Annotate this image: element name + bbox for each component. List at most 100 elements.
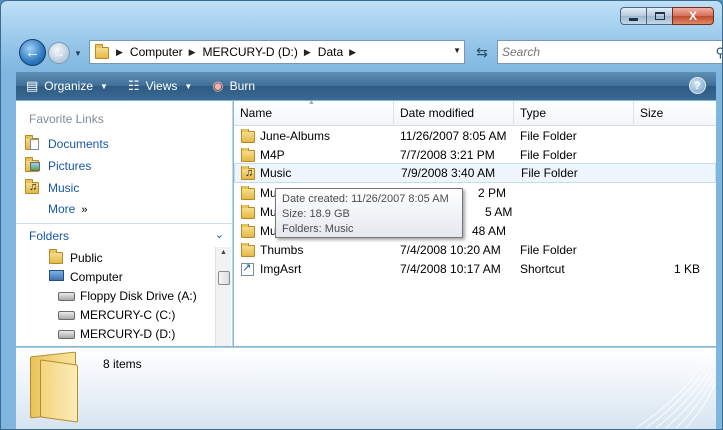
caption-buttons: X (620, 7, 714, 25)
table-row[interactable]: Thumbs 7/4/2008 10:20 AM File Folder (234, 240, 716, 259)
recent-pages-dropdown[interactable]: ▼ (71, 46, 85, 60)
burn-button[interactable]: ◉ Burn (212, 78, 255, 94)
scrollbar-thumb[interactable] (218, 271, 230, 285)
scroll-up-icon[interactable]: ▲ (220, 249, 227, 256)
computer-icon (48, 269, 66, 285)
help-button[interactable]: ? (689, 77, 706, 94)
navigation-row: ← → ▼ ▶ Computer ▶ MERCURY-D (D:) ▶ Data… (19, 38, 722, 66)
file-type: File Folder (520, 242, 577, 257)
burn-icon: ◉ (212, 78, 224, 93)
chevron-down-icon: ⌄ (214, 229, 224, 241)
folder-icon (240, 204, 256, 219)
file-date: 7/9/2008 3:40 AM (401, 166, 496, 180)
tree-item-computer[interactable]: Computer (48, 269, 123, 285)
breadcrumb-data[interactable]: Data (318, 45, 343, 59)
chevron-down-icon: ▼ (74, 48, 82, 58)
breadcrumb-separator-icon[interactable]: ▶ (116, 47, 123, 58)
column-size[interactable]: Size (634, 101, 716, 126)
column-type[interactable]: Type (514, 101, 634, 126)
folder-info-tooltip: Date created: 11/26/2007 8:05 AM Size: 1… (275, 188, 463, 238)
tooltip-size: Size: 18.9 GB (282, 208, 350, 220)
decorative-swoosh-icon (635, 361, 716, 429)
back-arrow-icon: ← (25, 44, 40, 61)
views-label: Views (145, 79, 178, 93)
search-input[interactable] (502, 45, 702, 59)
minimize-icon (629, 17, 638, 21)
large-folder-icon (26, 351, 80, 423)
table-row[interactable]: ImgAsrt 7/4/2008 10:17 AM Shortcut 1 KB (234, 259, 716, 278)
views-button[interactable]: ☷ Views ▼ (128, 78, 192, 94)
file-name: Thumbs (260, 242, 304, 257)
column-name[interactable]: ▲ Name (234, 99, 394, 126)
refresh-button[interactable]: ⇆ (472, 42, 492, 62)
favorite-pictures[interactable]: Pictures (24, 157, 92, 174)
tree-item-label: Public (70, 251, 103, 265)
favorite-label: Pictures (48, 159, 92, 173)
floppy-drive-icon (58, 288, 76, 304)
file-date: 11/26/2007 8:05 AM (400, 128, 507, 143)
details-pane: 8 items (16, 347, 716, 429)
maximize-button[interactable] (646, 7, 672, 25)
column-header-row: ▲ Name Date modified Type Size (234, 99, 716, 126)
breadcrumb-separator-icon[interactable]: ▶ (349, 47, 356, 58)
tooltip-date-created: Date created: 11/26/2007 8:05 AM (282, 193, 449, 205)
file-date: 7/4/2008 10:17 AM (400, 261, 501, 276)
tree-item-mercury-d[interactable]: MERCURY-D (D:) (58, 326, 175, 342)
folder-icon (240, 128, 256, 143)
address-folder-icon (94, 44, 110, 59)
organize-icon: ▤ (26, 78, 39, 93)
breadcrumb-computer[interactable]: Computer (130, 45, 183, 59)
explorer-window: X ← → ▼ ▶ Computer ▶ MERCURY-D (D:) ▶ Da… (0, 0, 723, 430)
file-type: File Folder (520, 147, 577, 162)
breadcrumb-drive[interactable]: MERCURY-D (D:) (203, 45, 298, 59)
address-bar[interactable]: ▶ Computer ▶ MERCURY-D (D:) ▶ Data ▶ ▼ (89, 40, 465, 64)
search-box[interactable]: ⚲ (497, 40, 722, 64)
address-dropdown-icon[interactable]: ▼ (453, 46, 461, 55)
file-name: June-Albums (260, 128, 331, 143)
organize-button[interactable]: ▤ Organize ▼ (26, 78, 108, 94)
favorite-documents[interactable]: Documents (24, 135, 109, 152)
hard-drive-icon (58, 307, 76, 323)
table-row[interactable]: June-Albums 11/26/2007 8:05 AM File Fold… (234, 126, 716, 145)
more-links[interactable]: More » (48, 202, 87, 216)
tree-item-mercury-c[interactable]: MERCURY-C (C:) (58, 307, 175, 323)
table-row[interactable]: M4P 7/7/2008 3:21 PM File Folder (234, 145, 716, 164)
back-button[interactable]: ← (19, 39, 46, 66)
column-label: Type (520, 106, 547, 120)
item-count: 8 items (103, 357, 142, 371)
table-row[interactable]: ♫ Music 7/9/2008 3:40 AM File Folder (234, 163, 716, 183)
folders-label: Folders (29, 228, 70, 243)
maximize-icon (654, 12, 665, 20)
search-icon[interactable]: ⚲ (715, 45, 722, 61)
file-date: 7/7/2008 3:21 PM (400, 147, 495, 162)
music-icon: ♫ (24, 179, 42, 196)
file-name: M4P (260, 147, 285, 162)
folders-scrollbar[interactable]: ▲ (215, 247, 231, 346)
sort-ascending-icon: ▲ (308, 99, 315, 106)
tree-item-label: Floppy Disk Drive (A:) (80, 289, 197, 303)
tree-item-label: Computer (70, 270, 123, 284)
file-name: Music (260, 166, 292, 180)
favorite-label: Music (48, 181, 80, 195)
breadcrumb-separator-icon[interactable]: ▶ (304, 47, 311, 58)
burn-label: Burn (229, 79, 255, 93)
forward-button[interactable]: → (48, 42, 70, 64)
music-folder-icon: ♫ (240, 166, 256, 180)
tree-item-floppy[interactable]: Floppy Disk Drive (A:) (58, 288, 197, 304)
double-chevron-right-icon: » (81, 204, 88, 216)
close-button[interactable]: X (672, 7, 714, 25)
folders-header[interactable]: Folders ⌄ (16, 223, 232, 247)
minimize-button[interactable] (620, 7, 646, 25)
shortcut-icon (240, 262, 256, 276)
favorite-links-title: Favorite Links (29, 112, 104, 126)
breadcrumb-separator-icon[interactable]: ▶ (189, 47, 196, 58)
favorite-music[interactable]: ♫ Music (24, 179, 80, 196)
tree-item-public[interactable]: Public (48, 249, 103, 266)
file-name: ImgAsrt (260, 261, 302, 276)
tree-item-label: MERCURY-C (C:) (80, 308, 176, 322)
column-label: Size (640, 106, 664, 120)
column-date-modified[interactable]: Date modified (394, 101, 514, 126)
folder-icon (240, 147, 256, 162)
folder-icon (48, 249, 66, 266)
column-label: Name (240, 106, 273, 120)
